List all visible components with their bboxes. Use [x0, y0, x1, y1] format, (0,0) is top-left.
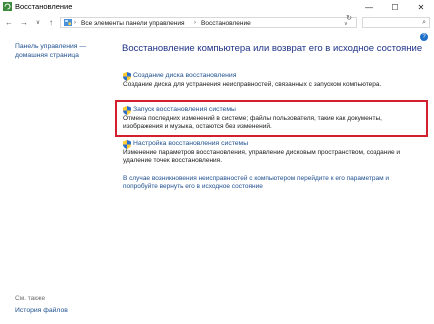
- breadcrumb-separator-icon: ›: [194, 20, 196, 26]
- configure-system-restore-desc: Изменение параметров восстановления, упр…: [123, 149, 401, 164]
- see-also-label: См. также: [15, 295, 46, 302]
- search-input[interactable]: ⌕: [362, 17, 430, 28]
- breadcrumb-all-items[interactable]: Все элементы панели управления: [81, 18, 185, 29]
- breadcrumb-recovery[interactable]: Восстановление: [201, 18, 251, 29]
- recent-pages-chevron-icon[interactable]: ∨: [33, 17, 43, 27]
- close-button[interactable]: ✕: [408, 0, 434, 14]
- configure-system-restore-link[interactable]: Настройка восстановления системы: [133, 140, 248, 147]
- maximize-button[interactable]: ☐: [382, 0, 408, 14]
- recovery-app-icon: [3, 2, 12, 11]
- uac-shield-icon: [123, 140, 131, 149]
- page-title: Восстановление компьютера или возврат ег…: [122, 43, 423, 54]
- up-button[interactable]: ↑: [46, 17, 56, 27]
- address-bar: ← → ∨ ↑ › Все элементы панели управления…: [0, 14, 434, 30]
- control-panel-home-link[interactable]: Панель управления — домашняя страница: [15, 42, 105, 60]
- uac-shield-icon: [123, 72, 131, 81]
- minimize-button[interactable]: —: [356, 0, 382, 14]
- refresh-icon[interactable]: ↻: [344, 14, 354, 23]
- back-button[interactable]: ←: [4, 17, 14, 27]
- create-recovery-drive-link[interactable]: Создание диска восстановления: [133, 72, 236, 79]
- address-box[interactable]: › Все элементы панели управления › Восст…: [60, 17, 357, 28]
- reset-pc-link[interactable]: В случае возникновения неисправностей с …: [123, 175, 423, 191]
- control-panel-icon: [64, 19, 72, 26]
- highlight-box: [115, 100, 428, 137]
- forward-button[interactable]: →: [19, 17, 29, 27]
- search-icon: ⌕: [422, 19, 426, 26]
- help-button[interactable]: ?: [420, 33, 428, 41]
- create-recovery-drive-desc: Создание диска для устранения неисправно…: [123, 81, 382, 88]
- breadcrumb-separator-icon: ›: [74, 20, 76, 26]
- title-bar: Восстановление — ☐ ✕: [0, 0, 434, 14]
- file-history-link[interactable]: История файлов: [15, 307, 68, 314]
- window-title: Восстановление: [15, 2, 73, 11]
